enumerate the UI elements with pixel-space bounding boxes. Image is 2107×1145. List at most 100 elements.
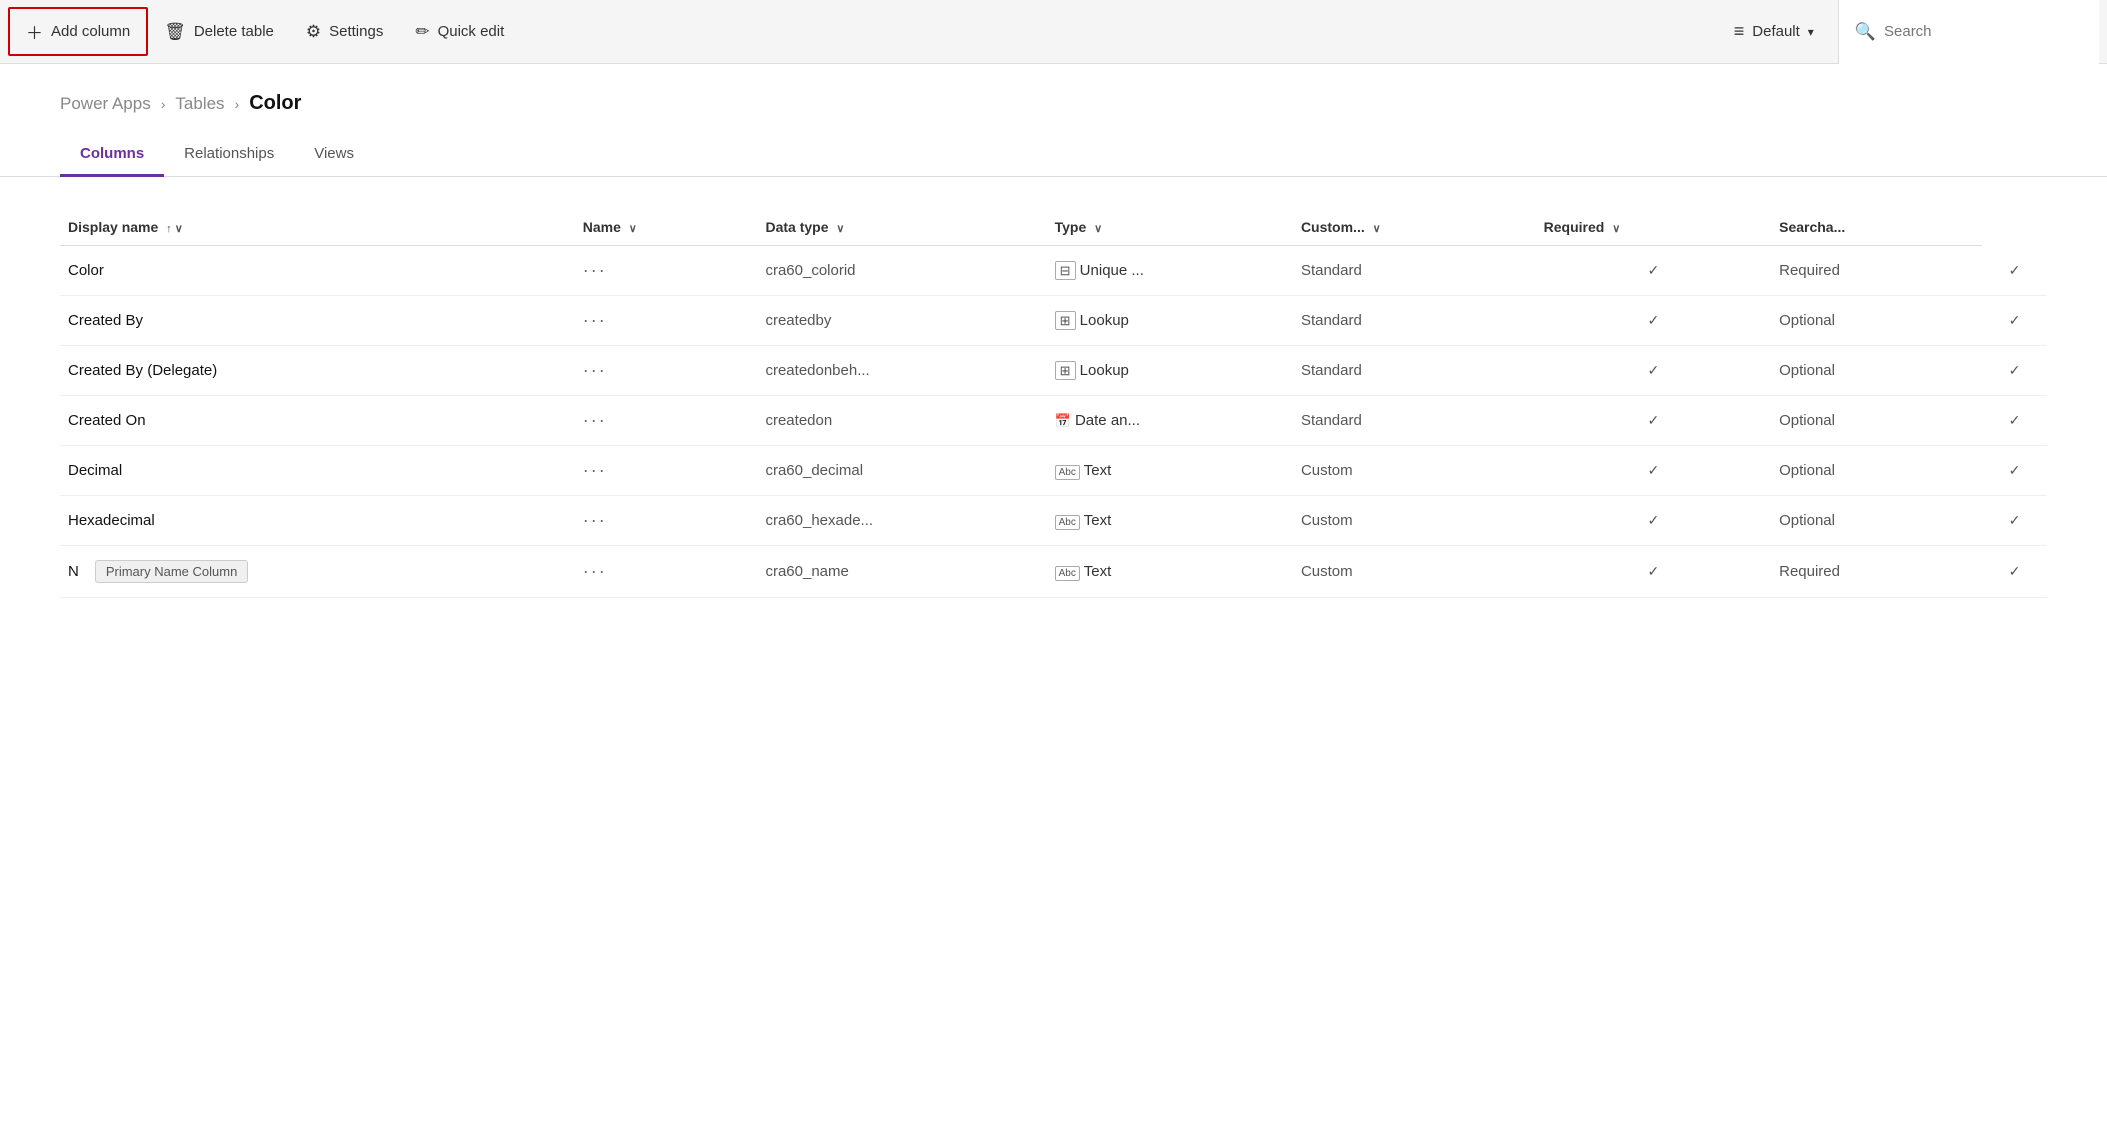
cell-data-type: ⊞ Lookup [1047,296,1293,346]
breadcrumb-current: Color [249,92,301,115]
cell-searchable: ✓ [1982,346,2047,396]
quick-edit-label: Quick edit [438,23,505,40]
row-context-menu[interactable]: ··· [575,496,758,546]
cell-data-type: Abc Text [1047,546,1293,598]
breadcrumb-sep-1: › [161,96,166,112]
sort-asc-icon: ↑ ∨ [166,223,183,235]
cell-searchable: ✓ [1982,546,2047,598]
col-header-searchable[interactable]: Searcha... [1771,209,1982,246]
cell-searchable: ✓ [1982,246,2047,296]
sort-name-icon: ∨ [629,223,637,235]
custom-check-icon: ✓ [1648,262,1660,278]
tab-columns[interactable]: Columns [60,133,164,177]
cell-custom: ✓ [1536,346,1771,396]
table-row: Decimal ··· cra60_decimal Abc Text Custo… [60,446,2047,496]
cell-data-type: 📅 Date an... [1047,396,1293,446]
custom-check-icon: ✓ [1648,362,1660,378]
col-header-required[interactable]: Required ∨ [1536,209,1771,246]
searchable-check-icon: ✓ [2009,462,2021,478]
cell-searchable: ✓ [1982,446,2047,496]
cell-name: cra60_name [757,546,1046,598]
custom-check-icon: ✓ [1648,512,1660,528]
cell-custom: ✓ [1536,246,1771,296]
pencil-icon: ✏ [415,22,429,42]
trash-icon: 🗑 [164,22,186,42]
col-header-type[interactable]: Type ∨ [1047,209,1293,246]
col-header-name[interactable]: Name ∨ [575,209,758,246]
hamburger-icon: ≡ [1734,21,1745,42]
display-name-text: Created By (Delegate) [68,362,217,379]
row-context-menu[interactable]: ··· [575,446,758,496]
cell-data-type: ⊞ Lookup [1047,346,1293,396]
search-box[interactable]: 🔍 [1838,0,2099,64]
cell-custom: ✓ [1536,546,1771,598]
cell-required: Required [1771,246,1982,296]
searchable-check-icon: ✓ [2009,362,2021,378]
cell-type: Standard [1293,346,1536,396]
breadcrumb-powerapps[interactable]: Power Apps [60,94,151,114]
breadcrumb: Power Apps › Tables › Color [0,64,2107,133]
cell-searchable: ✓ [1982,496,2047,546]
row-context-menu[interactable]: ··· [575,296,758,346]
tab-views[interactable]: Views [294,133,374,177]
delete-table-label: Delete table [194,23,274,40]
table-row: N Primary Name Column ··· cra60_name Abc… [60,546,2047,598]
cell-data-type: Abc Text [1047,496,1293,546]
table-row: Hexadecimal ··· cra60_hexade... Abc Text… [60,496,2047,546]
toolbar: ＋ Add column 🗑 Delete table ⚙ Settings ✏… [0,0,2107,64]
plus-icon: ＋ [26,19,43,44]
primary-name-badge: Primary Name Column [95,560,248,583]
row-context-menu[interactable]: ··· [575,246,758,296]
cell-display-name: Hexadecimal [60,496,575,546]
row-context-menu[interactable]: ··· [575,346,758,396]
searchable-check-icon: ✓ [2009,312,2021,328]
cell-required: Optional [1771,496,1982,546]
searchable-check-icon: ✓ [2009,563,2021,579]
cell-type: Custom [1293,446,1536,496]
cell-type: Custom [1293,496,1536,546]
cell-custom: ✓ [1536,446,1771,496]
default-view-button[interactable]: ≡ Default ▾ [1718,11,1830,52]
searchable-check-icon: ✓ [2009,512,2021,528]
breadcrumb-tables[interactable]: Tables [175,94,224,114]
cell-type: Custom [1293,546,1536,598]
quick-edit-button[interactable]: ✏ Quick edit [399,12,520,52]
cell-type: Standard [1293,396,1536,446]
cell-required: Optional [1771,296,1982,346]
searchable-check-icon: ✓ [2009,262,2021,278]
cell-searchable: ✓ [1982,296,2047,346]
row-context-menu[interactable]: ··· [575,546,758,598]
display-name-text: Created On [68,412,146,429]
col-header-display-name[interactable]: Display name ↑ ∨ [60,209,575,246]
cell-custom: ✓ [1536,396,1771,446]
search-input[interactable] [1884,23,2083,40]
cell-required: Optional [1771,346,1982,396]
row-context-menu[interactable]: ··· [575,396,758,446]
table-body: Color ··· cra60_colorid ⊟ Unique ... Sta… [60,246,2047,598]
col-header-custom[interactable]: Custom... ∨ [1293,209,1536,246]
display-name-text: Decimal [68,462,122,479]
add-column-label: Add column [51,23,130,40]
sort-type-icon: ∨ [1094,223,1102,235]
tab-relationships[interactable]: Relationships [164,133,294,177]
custom-check-icon: ✓ [1648,462,1660,478]
cell-display-name: N Primary Name Column [60,546,575,598]
cell-custom: ✓ [1536,496,1771,546]
cell-name: createdby [757,296,1046,346]
add-column-button[interactable]: ＋ Add column [8,7,148,56]
settings-button[interactable]: ⚙ Settings [290,12,399,52]
cell-name: cra60_decimal [757,446,1046,496]
custom-check-icon: ✓ [1648,312,1660,328]
table-header: Display name ↑ ∨ Name ∨ Data type ∨ Type… [60,209,2047,246]
table-row: Created By (Delegate) ··· createdonbeh..… [60,346,2047,396]
cell-display-name: Decimal [60,446,575,496]
delete-table-button[interactable]: 🗑 Delete table [148,12,290,52]
cell-name: cra60_colorid [757,246,1046,296]
cell-display-name: Created By (Delegate) [60,346,575,396]
sort-custom-icon: ∨ [1373,223,1381,235]
cell-data-type: ⊟ Unique ... [1047,246,1293,296]
tab-bar: Columns Relationships Views [0,133,2107,177]
search-icon: 🔍 [1855,22,1876,42]
cell-custom: ✓ [1536,296,1771,346]
col-header-data-type[interactable]: Data type ∨ [757,209,1046,246]
